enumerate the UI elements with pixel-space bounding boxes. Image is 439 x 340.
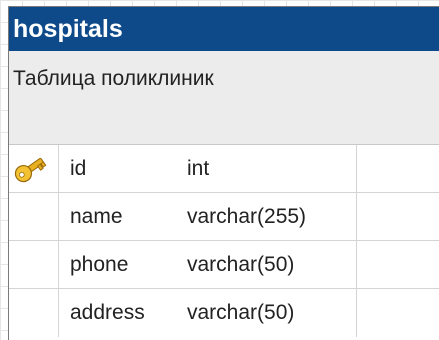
column-divider [356, 241, 357, 288]
key-icon [14, 158, 47, 183]
entity-title[interactable]: hospitals [9, 7, 439, 51]
field-row-name[interactable]: name varchar(255) [9, 193, 439, 241]
field-name: id [70, 157, 87, 180]
column-divider [58, 145, 59, 192]
field-row-address[interactable]: address varchar(50) [9, 289, 439, 337]
field-row-id[interactable]: id int [9, 145, 439, 193]
field-name: address [70, 301, 145, 324]
column-divider [356, 193, 357, 240]
field-type: int [187, 157, 210, 180]
column-divider [58, 193, 59, 240]
field-type: varchar(50) [187, 253, 295, 276]
column-divider [58, 289, 59, 337]
field-name: name [70, 205, 123, 228]
column-divider [58, 241, 59, 288]
column-divider [356, 289, 357, 337]
field-type: varchar(255) [187, 205, 307, 228]
entity-table-hospitals[interactable]: hospitals Таблица поликлиник id int name… [8, 6, 439, 340]
key-cell [9, 145, 58, 192]
column-divider [356, 145, 357, 192]
field-list: id int name varchar(255) phone varchar(5… [9, 145, 439, 337]
field-type: varchar(50) [187, 301, 295, 324]
field-name: phone [70, 253, 129, 276]
entity-comment: Таблица поликлиник [9, 51, 439, 145]
field-row-phone[interactable]: phone varchar(50) [9, 241, 439, 289]
